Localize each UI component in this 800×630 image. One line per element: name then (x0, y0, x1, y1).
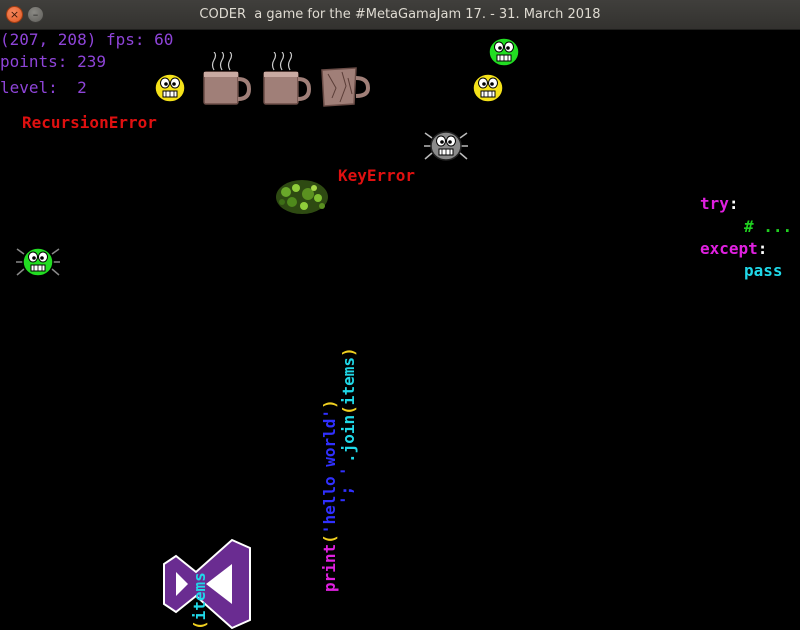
title-bar: × – CODER a game for the #MetaGamaJam 17… (0, 0, 800, 30)
error-key: KeyError (338, 166, 416, 185)
vertical-items-code: (items (190, 572, 209, 630)
items-open-paren: ( (190, 620, 209, 630)
window-title: CODER a game for the #MetaGamaJam 17. - … (199, 7, 601, 22)
code-comment-line: # ... (744, 217, 792, 236)
except-keyword: except (700, 239, 758, 258)
join-call: .join (339, 414, 358, 463)
green-splat-icon (276, 180, 328, 214)
hud-level: level: 2 (0, 78, 87, 97)
try-colon: : (728, 194, 739, 213)
except-colon: : (757, 239, 768, 258)
join-open-paren: ( (339, 405, 358, 415)
error-recursion: RecursionError (22, 113, 157, 132)
hud-points: points: 239 (0, 52, 106, 71)
game-window: × – CODER a game for the #MetaGamaJam 17… (0, 0, 800, 630)
code-except-line: except: (700, 239, 767, 258)
bottom-items-name: items (190, 572, 209, 621)
code-try-line: try: (700, 194, 739, 213)
coffee-mug-icon (321, 67, 371, 107)
vertical-join-code: .join(items) (339, 347, 358, 463)
hud-coords-fps: (207, 208) fps: 60 (0, 30, 174, 49)
print-open-paren: ( (320, 534, 339, 544)
join-separator-string: '; ' (337, 466, 356, 505)
comment-text: # ... (744, 217, 793, 236)
print-keyword: print (320, 543, 339, 592)
code-pass-line: pass (744, 261, 783, 280)
bug-icon (148, 73, 192, 103)
items-name: items (339, 357, 358, 406)
try-keyword: try (700, 194, 729, 213)
print-close-paren: ) (320, 399, 339, 409)
bug-icon (424, 131, 468, 161)
game-canvas[interactable]: (207, 208) fps: 60 points: 239 level: 2 (0, 30, 800, 630)
bug-icon (16, 247, 60, 277)
bug-icon (482, 37, 526, 67)
bug-icon (466, 73, 510, 103)
join-close-paren: ) (339, 347, 358, 358)
pass-keyword: pass (744, 261, 783, 280)
vertical-join-quote: '; ' (337, 466, 356, 505)
coffee-mug-icon (263, 52, 312, 105)
coffee-mug-icon (203, 52, 252, 105)
